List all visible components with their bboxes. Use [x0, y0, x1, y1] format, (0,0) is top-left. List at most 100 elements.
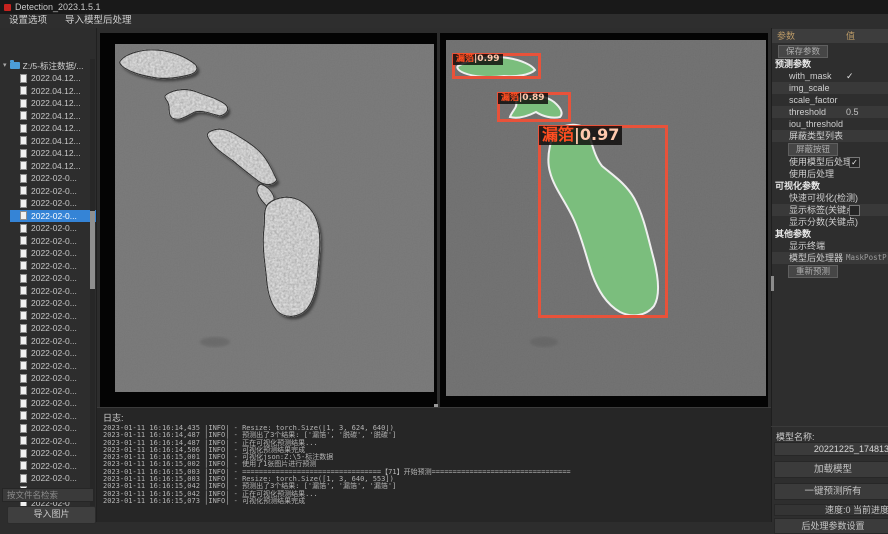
folder-icon	[10, 62, 20, 69]
checkbox[interactable]: ✓	[849, 157, 860, 168]
tree-item[interactable]: 2022-02-0...	[10, 422, 96, 435]
file-icon	[20, 224, 27, 233]
predict-all-button[interactable]: 一键预测所有	[774, 483, 888, 500]
tree-item[interactable]: 2022-02-0...	[10, 185, 96, 198]
file-icon	[20, 286, 27, 295]
menu-settings[interactable]: 设置选项	[0, 14, 56, 28]
tree-item[interactable]: 2022-02-0...	[10, 197, 96, 210]
tree-item[interactable]: 2022.04.12...	[10, 147, 96, 160]
tree-item[interactable]: 2022-02-0...	[10, 335, 96, 348]
tree-item-label: 2022.04.12...	[31, 136, 81, 146]
file-icon	[20, 149, 27, 158]
param-label: 模型后处理器	[772, 252, 843, 264]
tree-item[interactable]: 2022-02-0...	[10, 272, 96, 285]
param-row[interactable]: 显示分数(关键点)	[772, 216, 888, 228]
tree-item-label: 2022-02-0...	[31, 398, 77, 408]
tree-item[interactable]: 2022.04.12...	[10, 160, 96, 173]
tree-item[interactable]: 2022.04.12...	[10, 85, 96, 98]
tree-item-label: 2022-02-0...	[31, 248, 77, 258]
tree-item[interactable]: 2022-02-0...	[10, 210, 96, 223]
tree-item[interactable]: 2022-02-0...	[10, 460, 96, 473]
load-model-button[interactable]: 加载模型	[774, 461, 888, 478]
file-icon	[20, 361, 27, 370]
tree-item[interactable]: 2022.04.12...	[10, 110, 96, 123]
param-button[interactable]: 重新预测	[788, 265, 838, 278]
param-row[interactable]: 模型后处理器MaskPostPro	[772, 252, 888, 264]
tree-item[interactable]: 2022-02-0...	[10, 285, 96, 298]
param-row[interactable]: 显示标签(关键点)	[772, 204, 888, 216]
tree-item[interactable]: 2022-02-0...	[10, 322, 96, 335]
param-value: MaskPostPro	[846, 252, 888, 264]
menu-import-postprocess[interactable]: 导入模型后处理	[56, 14, 141, 28]
tree-item[interactable]: 2022.04.12...	[10, 72, 96, 85]
tree-item-label: 2022-02-0...	[31, 448, 77, 458]
tree-item[interactable]: 2022-02-0...	[10, 372, 96, 385]
chevron-down-icon[interactable]: ▾	[3, 62, 7, 69]
param-row[interactable]: 快速可视化(检测)	[772, 192, 888, 204]
param-label: 显示标签(关键点)	[772, 204, 858, 216]
file-icon	[20, 136, 27, 145]
param-row[interactable]: 使用模型后处理✓	[772, 156, 888, 168]
file-icon	[20, 336, 27, 345]
tree-item[interactable]: 2022-02-0...	[10, 310, 96, 323]
log-line: 2023-01-11 16:16:15,073 |INFO| - 可视化预测结果…	[103, 498, 765, 505]
tree-item[interactable]: 2022-02-0...	[10, 360, 96, 373]
tree-item-label: 2022-02-0...	[31, 336, 77, 346]
param-row[interactable]: 显示终端	[772, 240, 888, 252]
tree-item[interactable]: 2022-02-0...	[10, 447, 96, 460]
tree-item-label: 2022.04.12...	[31, 98, 81, 108]
checkbox[interactable]	[849, 205, 860, 216]
tree-item[interactable]: 2022-02-0...	[10, 472, 96, 485]
import-images-button[interactable]: 导入图片	[7, 506, 96, 524]
tree-scrollbar-thumb[interactable]	[90, 211, 95, 289]
speed-progress-label: 速度:0 当前进度	[774, 504, 888, 516]
tree-root-label: Z:/5-标注数据/...	[23, 60, 84, 72]
param-row[interactable]: 使用后处理	[772, 168, 888, 180]
tree-item[interactable]: 2022.04.12...	[10, 135, 96, 148]
tree-item[interactable]: 2022-02-0...	[10, 235, 96, 248]
file-icon	[20, 399, 27, 408]
tree-item[interactable]: 2022-02-0...	[10, 172, 96, 185]
tree-item[interactable]: 2022-02-0...	[10, 260, 96, 273]
param-row[interactable]: img_scale	[772, 82, 888, 94]
param-row[interactable]: 屏蔽类型列表	[772, 130, 888, 142]
model-name-field[interactable]: 20221225_174813	[774, 442, 888, 456]
tree-item-label: 2022-02-0...	[31, 311, 77, 321]
param-button[interactable]: 保存参数	[778, 45, 828, 58]
tree-item[interactable]: 2022-02-0...	[10, 385, 96, 398]
tree-item[interactable]: 2022-02-0...	[10, 247, 96, 260]
file-icon	[20, 449, 27, 458]
tree-item-label: 2022-02-0...	[31, 273, 77, 283]
tree-item[interactable]: 2022.04.12...	[10, 97, 96, 110]
search-input[interactable]	[2, 488, 94, 502]
params-scrollbar-thumb[interactable]	[771, 276, 774, 291]
file-icon	[20, 111, 27, 120]
tree-root[interactable]: ▾ Z:/5-标注数据/...	[0, 59, 96, 72]
param-label: 使用模型后处理	[772, 156, 852, 168]
param-header-name: 参数	[772, 31, 795, 41]
param-row[interactable]: scale_factor	[772, 94, 888, 106]
tree-item[interactable]: 2022-02-0...	[10, 297, 96, 310]
file-icon	[20, 386, 27, 395]
tree-item-label: 2022-02-0...	[31, 361, 77, 371]
file-icon	[20, 324, 27, 333]
file-icon	[20, 74, 27, 83]
tree-item[interactable]: 2022.04.12...	[10, 122, 96, 135]
param-button[interactable]: 屏蔽按钮	[788, 143, 838, 156]
param-row[interactable]: with_mask✓	[772, 70, 888, 82]
param-row[interactable]: iou_threshold	[772, 118, 888, 130]
post-process-settings-button[interactable]: 后处理参数设置	[774, 518, 888, 534]
param-row[interactable]: threshold0.5	[772, 106, 888, 118]
log-title: 日志:	[103, 411, 124, 424]
param-label: 屏蔽类型列表	[772, 130, 843, 142]
param-label: 显示分数(关键点)	[772, 216, 858, 228]
tree-item[interactable]: 2022-02-0...	[10, 435, 96, 448]
param-section-header: 其他参数	[772, 228, 888, 240]
divider	[771, 426, 888, 427]
tree-item[interactable]: 2022-02-0...	[10, 222, 96, 235]
tree-item[interactable]: 2022-02-0...	[10, 397, 96, 410]
tree-item[interactable]: 2022-02-0...	[10, 410, 96, 423]
tree-item[interactable]: 2022-02-0...	[10, 347, 96, 360]
checkmark-icon: ✓	[846, 70, 854, 82]
log-lines[interactable]: 2023-01-11 16:16:14,435 |INFO| - Resize:…	[103, 425, 765, 521]
